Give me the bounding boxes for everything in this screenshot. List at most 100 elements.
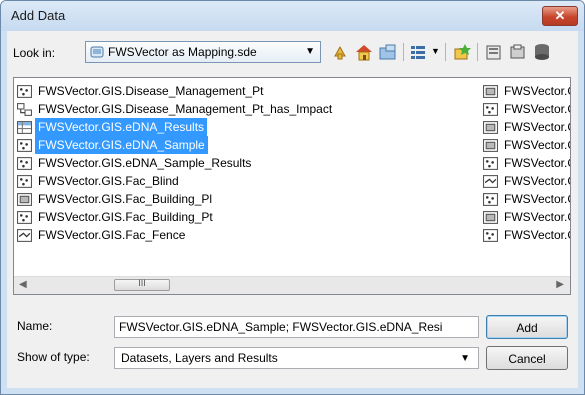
list-item[interactable]: FWSVector.GIS.Disease_Management_Pt_has_… (14, 100, 335, 118)
new-item-icon (454, 44, 471, 60)
polygon-feature-class-icon (17, 192, 32, 206)
list-item-label: FWSVector.GIS.Fac_Blind (38, 174, 179, 188)
look-in-dropdown[interactable]: FWSVector as Mapping.sde ▼ (85, 41, 321, 63)
list-item[interactable]: FWSVector.GI (480, 154, 570, 172)
line-feature-class-icon (17, 228, 32, 242)
chevron-down-icon: ▼ (431, 46, 440, 56)
list-item-label: FWSVector.GIS.eDNA_Sample_Results (38, 156, 252, 170)
horizontal-scrollbar[interactable]: ◀ III ▶ (14, 276, 570, 294)
toolbar-separator (403, 43, 404, 61)
list-item-label: FWSVector.GI (504, 174, 570, 188)
name-input[interactable] (115, 317, 478, 337)
list-item-label: FWSVector.GI (504, 102, 570, 116)
toolbar-separator (477, 43, 478, 61)
list-item-label: FWSVector.GIS.Disease_Management_Pt_has_… (38, 102, 333, 116)
grip-icon: III (138, 278, 146, 288)
look-in-label: Look in: (13, 46, 56, 60)
catalog-icon (486, 45, 501, 60)
add-button[interactable]: Add (486, 315, 568, 339)
view-options-button[interactable] (408, 41, 430, 63)
add-data-dialog: Add Data ✕ Look in: FWSVector as Mapping… (0, 0, 585, 395)
name-label: Name: (17, 319, 53, 333)
list-item[interactable]: FWSVector.GIS.Disease_Management_Pt (14, 82, 266, 100)
list-item[interactable]: FWSVector.GI (480, 208, 570, 226)
home-button[interactable] (353, 41, 375, 63)
list-item[interactable]: FWSVector.GIS.eDNA_Sample (14, 136, 208, 154)
list-item-label: FWSVector.GIS.eDNA_Sample (35, 136, 208, 154)
point-feature-class-icon (483, 228, 498, 242)
polygon-feature-class-icon (483, 120, 498, 134)
list-item-label: FWSVector.GI (504, 120, 570, 134)
list-item[interactable]: FWSVector.GIS.Fac_Building_Pt (14, 208, 216, 226)
name-field[interactable] (114, 316, 479, 338)
list-item[interactable]: FWSVector.GI (480, 82, 570, 100)
connect-folder-icon (379, 44, 396, 60)
scroll-right-icon[interactable]: ▶ (556, 279, 564, 290)
toggle-contents-icon (510, 44, 525, 59)
list-item-label: FWSVector.GI (504, 138, 570, 152)
chevron-down-icon: ▼ (460, 353, 470, 364)
point-feature-class-icon (17, 84, 32, 98)
look-in-value: FWSVector as Mapping.sde (108, 45, 257, 59)
point-feature-class-icon (17, 210, 32, 224)
relationship-class-icon (17, 102, 32, 116)
title-bar[interactable]: Add Data ✕ (1, 1, 584, 31)
dialog-body: Look in: FWSVector as Mapping.sde ▼ ▼ FW… (7, 31, 578, 388)
list-item[interactable]: FWSVector.GI (480, 226, 570, 244)
point-feature-class-icon (483, 102, 498, 116)
scroll-left-icon[interactable]: ◀ (19, 279, 27, 290)
show-of-type-dropdown[interactable]: Datasets, Layers and Results ▼ (114, 347, 479, 369)
polygon-feature-class-icon (483, 210, 498, 224)
list-item-label: FWSVector.GIS.Fac_Building_Pt (38, 210, 213, 224)
list-item[interactable]: FWSVector.GI (480, 118, 570, 136)
point-feature-class-icon (483, 156, 498, 170)
list-item-label: FWSVector.GIS.eDNA_Results (35, 118, 208, 136)
list-item-label: FWSVector.GI (504, 210, 570, 224)
list-item-label: FWSVector.GIS.Fac_Fence (38, 228, 186, 242)
list-item-label: FWSVector.GI (504, 84, 570, 98)
database-icon (535, 44, 549, 60)
file-list[interactable]: FWSVector.GIS.Disease_Management_Pt FWSVe… (13, 77, 571, 295)
list-item[interactable]: FWSVector.GI (480, 172, 570, 190)
show-of-type-value: Datasets, Layers and Results (121, 351, 278, 365)
list-item[interactable]: FWSVector.GI (480, 100, 570, 118)
table-icon (17, 120, 32, 134)
close-icon: ✕ (554, 8, 566, 23)
chevron-down-icon: ▼ (305, 46, 315, 57)
toggle-contents-button[interactable] (507, 41, 529, 63)
list-item-label: FWSVector.GIS.Disease_Management_Pt (38, 84, 264, 98)
list-item[interactable]: FWSVector.GIS.Fac_Fence (14, 226, 188, 244)
view-options-icon (411, 46, 425, 59)
close-button[interactable]: ✕ (542, 6, 578, 26)
point-feature-class-icon (17, 156, 32, 170)
list-item[interactable]: FWSVector.GIS.eDNA_Sample_Results (14, 154, 254, 172)
point-feature-class-icon (17, 174, 32, 188)
scrollbar-thumb[interactable]: III (114, 278, 170, 291)
toolbar-separator (445, 43, 446, 61)
list-item[interactable]: FWSVector.GI (480, 136, 570, 154)
list-item-label: FWSVector.GIS.Fac_Building_Pl (38, 192, 213, 206)
window-title: Add Data (11, 8, 66, 23)
list-item[interactable]: FWSVector.GI (480, 190, 570, 208)
up-one-level-button[interactable] (329, 41, 351, 63)
polygon-feature-class-icon (483, 138, 498, 152)
database-button[interactable] (531, 41, 553, 63)
catalog-button[interactable] (483, 41, 505, 63)
list-item-label: FWSVector.GI (504, 192, 570, 206)
new-item-button[interactable] (451, 41, 473, 63)
list-item[interactable]: FWSVector.GIS.Fac_Building_Pl (14, 190, 215, 208)
point-feature-class-icon (17, 138, 32, 152)
show-of-type-label: Show of type: (17, 350, 90, 364)
list-item-label: FWSVector.GI (504, 228, 570, 242)
line-feature-class-icon (483, 174, 498, 188)
point-feature-class-icon (483, 192, 498, 206)
list-item[interactable]: FWSVector.GIS.Fac_Blind (14, 172, 182, 190)
database-connection-icon (90, 46, 104, 58)
view-options-dropdown[interactable]: ▼ (429, 41, 441, 63)
connect-folder-button[interactable] (377, 41, 399, 63)
up-one-level-icon (334, 45, 346, 60)
list-item-label: FWSVector.GI (504, 156, 570, 170)
list-item[interactable]: FWSVector.GIS.eDNA_Results (14, 118, 208, 136)
cancel-button[interactable]: Cancel (486, 346, 568, 370)
polygon-feature-class-icon (483, 84, 498, 98)
